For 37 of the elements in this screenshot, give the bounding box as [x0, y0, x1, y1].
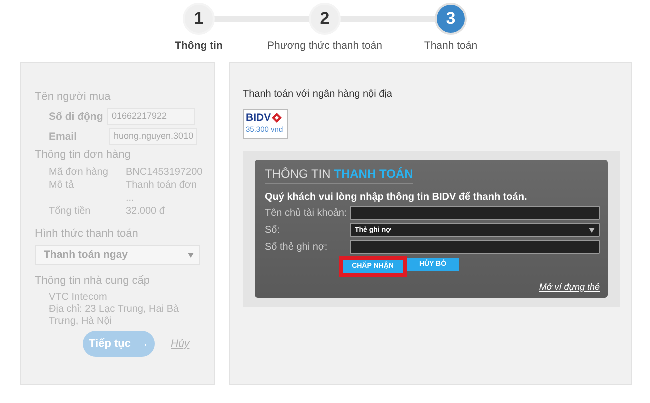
input-field[interactable]: huong.nguyen.3010 — [109, 128, 197, 145]
field-label: Email — [49, 130, 78, 142]
instruction-text: Quý khách vui lòng nhập thông tin BIDV để thanh toán. — [265, 192, 528, 203]
input-field[interactable]: 01662217922 — [107, 108, 195, 125]
order-value: Thanh toán đơn ... — [126, 179, 198, 205]
order-value: 32.000 đ — [126, 205, 166, 218]
step-label: Thông tin — [175, 40, 223, 52]
field-label: Số di động — [49, 110, 104, 122]
order-label: Tổng tiền — [49, 205, 92, 218]
continue-button[interactable]: Tiếp tục → — [83, 331, 155, 357]
section-heading: Thông tin đơn hàng — [35, 149, 132, 161]
wallet-link[interactable]: Mở ví đựng thẻ — [539, 282, 600, 292]
order-value: BNC1453197200 — [126, 166, 204, 179]
payment-method-select[interactable]: Thanh toán ngay — [35, 245, 200, 265]
order-label: Mô tả — [49, 179, 76, 193]
diamond-icon — [272, 113, 282, 123]
cancel-link[interactable]: Hủy — [171, 338, 190, 350]
step-number[interactable]: 3 — [435, 3, 467, 35]
order-label: Mã đơn hàng — [49, 166, 110, 179]
dropdown-arrow-icon — [188, 252, 194, 258]
step-label: Thanh toán — [424, 40, 478, 52]
dropdown-arrow-icon — [589, 228, 595, 232]
input-field[interactable] — [350, 206, 600, 220]
field-label: Số: — [265, 224, 282, 236]
step-number[interactable]: 1 — [183, 3, 215, 35]
step-number[interactable]: 2 — [309, 3, 341, 35]
input-field[interactable] — [350, 240, 600, 254]
section-heading: Tên người mua — [35, 91, 112, 103]
field-label: Số thẻ ghi nợ: — [265, 242, 329, 252]
payment-heading: Thanh toán với ngân hàng nội địa — [243, 89, 394, 100]
provider-text: VTC Intecom — [49, 292, 108, 304]
form-title: THÔNG TIN THANH TOÁN — [265, 167, 414, 184]
section-heading: Thông tin nhà cung cấp — [35, 275, 151, 287]
provider-text: Địa chỉ: 23 Lạc Trung, Hai Bà Trưng, Hà Nội — [49, 304, 180, 328]
field-label: Tên chủ tài khoản: — [265, 208, 348, 218]
section-heading: Hình thức thanh toán — [35, 228, 140, 240]
step-label: Phương thức thanh toán — [268, 40, 382, 52]
